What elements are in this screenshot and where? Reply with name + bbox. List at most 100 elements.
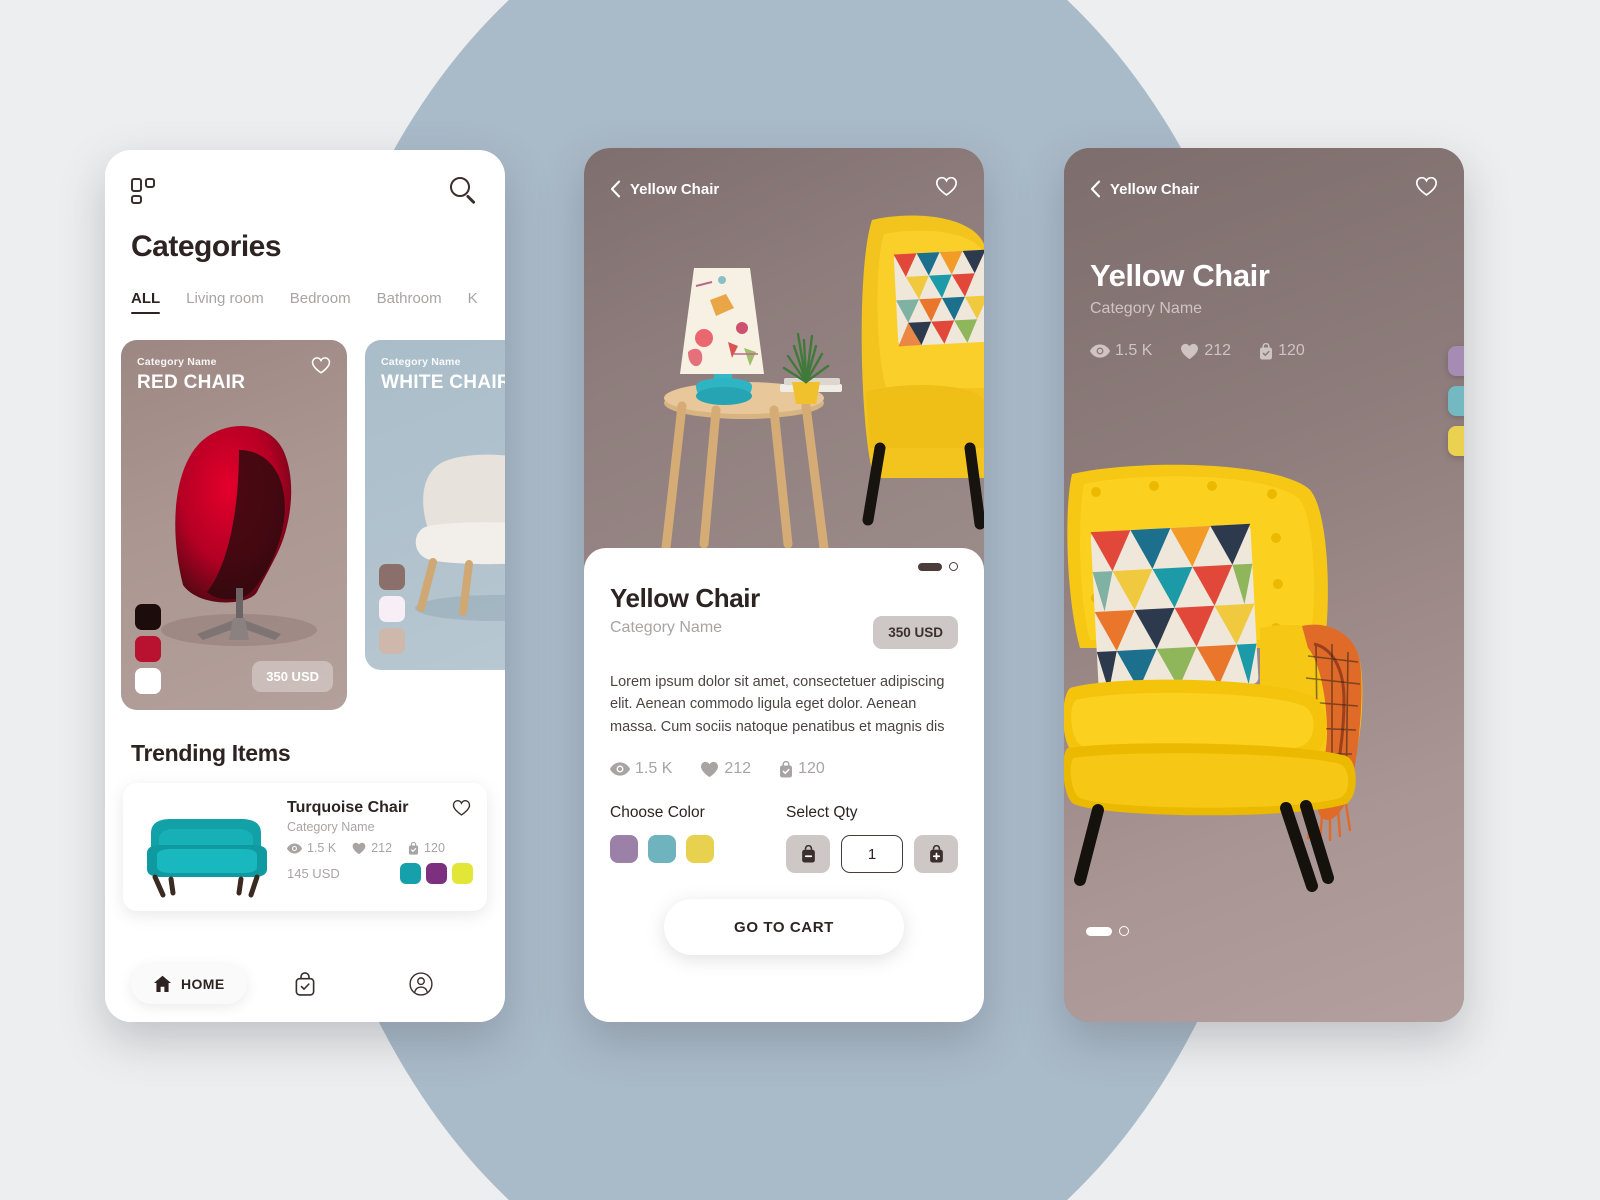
heart-filled-icon	[352, 842, 366, 854]
back-button[interactable]: Yellow Chair	[610, 180, 719, 198]
search-icon[interactable]	[449, 176, 479, 206]
tab-bathroom[interactable]: Bathroom	[377, 290, 442, 314]
bag-check-icon	[408, 841, 419, 855]
card-price: 350 USD	[252, 661, 333, 692]
heart-filled-icon	[701, 761, 719, 778]
stat-sales: 120	[779, 760, 825, 778]
tab-all[interactable]: ALL	[131, 290, 161, 314]
nav-item-bag[interactable]	[247, 972, 363, 996]
card-name: RED CHAIR	[137, 372, 246, 393]
trending-item-swatches	[400, 863, 473, 884]
stat-sales-value: 120	[798, 760, 825, 778]
back-button[interactable]: Yellow Chair	[1090, 180, 1199, 198]
product-options: Choose Color Select Qty 1	[610, 804, 958, 874]
select-qty-group: Select Qty 1	[786, 804, 958, 874]
swatch-offwhite[interactable]	[379, 596, 405, 622]
bottom-navigation: HOME	[105, 946, 505, 1022]
yellow-chair-image	[1064, 464, 1363, 892]
bag-plus-icon	[929, 845, 943, 863]
stat-sales-value: 120	[424, 841, 445, 855]
color-swatch-purple[interactable]	[610, 835, 638, 864]
carousel-dot-active[interactable]	[918, 562, 942, 571]
stat-likes-value: 212	[371, 841, 393, 855]
card-swatches	[379, 564, 405, 654]
heart-outline-icon[interactable]	[452, 799, 471, 822]
card-heading: Category Name RED CHAIR	[137, 356, 331, 394]
product-stats: 1.5 K 212 120	[1090, 342, 1305, 360]
qty-decrease-button[interactable]	[786, 835, 830, 874]
eye-icon	[287, 843, 302, 853]
swatch-red[interactable]	[135, 636, 161, 662]
heart-outline-icon[interactable]	[1415, 176, 1438, 202]
trending-item-stats: 1.5 K 212 120	[287, 841, 473, 855]
carousel-dot[interactable]	[949, 562, 958, 571]
trending-item-body: Turquoise Chair Category Name 1.5 K 212	[287, 795, 473, 899]
product-description: Lorem ipsum dolor sit amet, consectetuer…	[610, 674, 945, 735]
carousel-dot-active[interactable]	[1086, 926, 1112, 936]
nav-item-profile[interactable]	[363, 972, 479, 996]
swatch-black[interactable]	[135, 604, 161, 630]
swatch-purple[interactable]	[426, 863, 447, 884]
eye-icon	[610, 762, 630, 777]
swatch-brown[interactable]	[379, 564, 405, 590]
category-card-white-chair[interactable]: Category Name WHITE CHAIR	[365, 340, 505, 670]
card-heading: Category Name WHITE CHAIR	[381, 356, 505, 394]
stat-likes-value: 212	[724, 760, 752, 778]
color-swatch-teal[interactable]	[1448, 386, 1464, 416]
stat-sales: 120	[408, 841, 445, 855]
nav-item-home-label: HOME	[181, 976, 225, 992]
phone-screen-categories: Categories ALL Living room Bedroom Bathr…	[105, 150, 505, 1022]
card-category: Category Name	[381, 356, 461, 368]
swatch-yellow[interactable]	[452, 863, 473, 884]
page-title: Categories	[131, 230, 282, 263]
swatch-turquoise[interactable]	[400, 863, 421, 884]
carousel-indicator	[610, 548, 958, 571]
color-swatch-purple[interactable]	[1448, 346, 1464, 376]
heart-outline-icon[interactable]	[935, 176, 958, 202]
color-swatch-yellow[interactable]	[686, 835, 714, 864]
card-category: Category Name	[137, 356, 217, 368]
bag-check-icon	[295, 972, 315, 996]
trending-item-price: 145 USD	[287, 866, 340, 881]
stat-likes: 212	[352, 841, 392, 855]
phone-screen-product-gallery: Yellow Chair Yellow Chair Category Name …	[1064, 148, 1464, 1022]
nav-item-home[interactable]: HOME	[131, 964, 247, 1004]
swatch-beige[interactable]	[379, 628, 405, 654]
stat-likes: 212	[1180, 342, 1231, 360]
chevron-left-icon	[1090, 180, 1101, 198]
eye-icon	[1090, 344, 1110, 358]
bag-minus-icon	[801, 845, 815, 863]
color-swatch-teal[interactable]	[648, 835, 676, 864]
color-swatch-yellow[interactable]	[1448, 426, 1464, 456]
gallery-product-info: Yellow Chair Category Name 1.5 K 212 120	[1090, 258, 1305, 360]
stat-views-value: 1.5 K	[307, 841, 337, 855]
qty-increase-button[interactable]	[914, 835, 958, 874]
tab-living-room[interactable]: Living room	[186, 290, 264, 314]
grid-logo-icon[interactable]	[131, 178, 157, 204]
screen1-header	[105, 150, 505, 206]
category-tabs: ALL Living room Bedroom Bathroom K	[105, 264, 505, 314]
heart-outline-icon[interactable]	[311, 356, 331, 380]
tab-kitchen[interactable]: K	[468, 290, 478, 314]
product-title: Yellow Chair	[1090, 258, 1270, 293]
category-card-red-chair[interactable]: Category Name RED CHAIR 350 USD	[121, 340, 347, 710]
product-category: Category Name	[1090, 300, 1203, 317]
carousel-dot[interactable]	[1119, 926, 1129, 936]
stat-likes-value: 212	[1204, 342, 1232, 359]
trending-item-card[interactable]: Turquoise Chair Category Name 1.5 K 212	[123, 783, 487, 911]
go-to-cart-button[interactable]: GO TO CART	[664, 899, 904, 956]
turquoise-chair-image	[137, 795, 277, 899]
tab-bedroom[interactable]: Bedroom	[290, 290, 351, 314]
stat-views-value: 1.5 K	[635, 760, 673, 778]
back-button-label: Yellow Chair	[1110, 180, 1200, 198]
stat-views: 1.5 K	[610, 760, 672, 778]
qty-input[interactable]: 1	[841, 835, 903, 874]
heart-filled-icon	[1181, 343, 1199, 359]
category-cards-row: Category Name RED CHAIR 350 USD Category…	[105, 314, 505, 710]
product-meta-row: Category Name 350 USD	[610, 614, 958, 649]
stat-likes: 212	[700, 760, 751, 778]
chevron-left-icon	[610, 180, 621, 198]
carousel-indicator	[1086, 926, 1129, 936]
swatch-white[interactable]	[135, 668, 161, 694]
choose-color-label: Choose Color	[610, 804, 705, 822]
